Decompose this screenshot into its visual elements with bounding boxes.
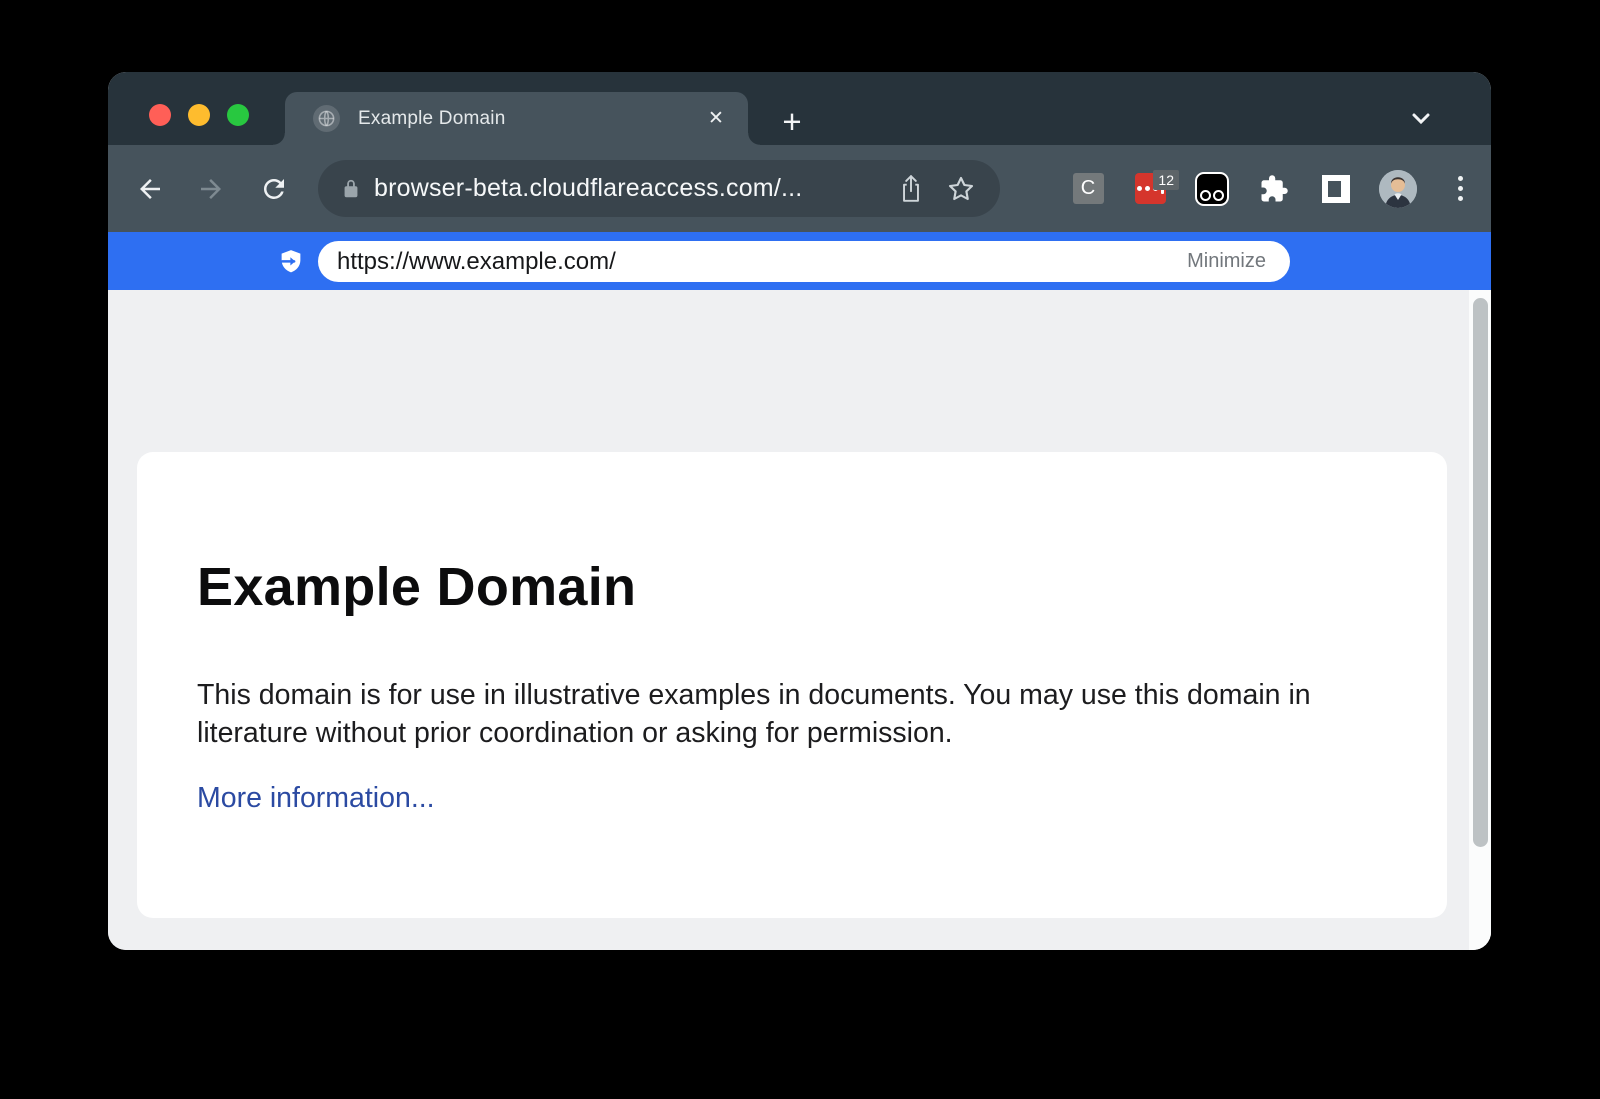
browser-toolbar: browser-beta.cloudflareaccess.com/... bbox=[108, 145, 1491, 232]
two-circles-icon bbox=[1195, 172, 1229, 206]
example-domain-card: Example Domain This domain is for use in… bbox=[137, 452, 1447, 918]
omnibox-actions bbox=[898, 174, 976, 204]
address-bar-url[interactable]: browser-beta.cloudflareaccess.com/... bbox=[374, 174, 898, 203]
tab-search-chevron-down-icon[interactable] bbox=[1409, 111, 1433, 127]
bookmark-star-icon[interactable] bbox=[946, 174, 976, 204]
minimize-bar-button[interactable]: Minimize bbox=[1187, 250, 1266, 273]
address-bar[interactable]: browser-beta.cloudflareaccess.com/... bbox=[318, 160, 1000, 217]
shield-arrow-icon bbox=[276, 247, 306, 277]
browser-window: Example Domain ✕ + bbox=[108, 72, 1491, 950]
side-panel-button[interactable] bbox=[1305, 175, 1367, 203]
side-panel-icon bbox=[1322, 175, 1350, 203]
extension-c-button[interactable]: C bbox=[1057, 173, 1119, 204]
traffic-lights bbox=[149, 104, 249, 126]
tab-close-icon[interactable]: ✕ bbox=[702, 105, 730, 133]
page-viewport: Example Domain This domain is for use in… bbox=[108, 290, 1491, 950]
share-icon[interactable] bbox=[898, 174, 924, 204]
kebab-menu-icon bbox=[1458, 176, 1463, 201]
page-body-text: This domain is for use in illustrative e… bbox=[197, 676, 1347, 752]
profile-avatar[interactable] bbox=[1367, 170, 1429, 208]
page-title: Example Domain bbox=[197, 556, 1387, 618]
macos-minimize-button[interactable] bbox=[188, 104, 210, 126]
tab-example-domain[interactable]: Example Domain ✕ bbox=[285, 92, 748, 145]
extensions-menu-button[interactable] bbox=[1243, 174, 1305, 204]
new-tab-button[interactable]: + bbox=[774, 103, 810, 139]
more-information-link[interactable]: More information... bbox=[197, 782, 435, 815]
tab-title: Example Domain bbox=[358, 108, 505, 130]
back-button[interactable] bbox=[132, 171, 168, 207]
scrollbar-track[interactable] bbox=[1469, 290, 1491, 950]
macos-zoom-button[interactable] bbox=[227, 104, 249, 126]
screenshot-stage: Example Domain ✕ + bbox=[0, 0, 1600, 1099]
globe-favicon-icon bbox=[313, 105, 340, 132]
extension-camera-button[interactable] bbox=[1181, 172, 1243, 206]
isolation-url-pill: Minimize bbox=[318, 241, 1290, 282]
extension-c-icon: C bbox=[1073, 173, 1104, 204]
lock-icon[interactable] bbox=[340, 178, 362, 200]
extension-badge-count: 12 bbox=[1153, 170, 1179, 190]
puzzle-piece-icon bbox=[1259, 174, 1289, 204]
extensions-row: C 12 bbox=[1057, 145, 1491, 232]
forward-button[interactable] bbox=[193, 171, 229, 207]
tab-strip: Example Domain ✕ + bbox=[108, 72, 1491, 145]
avatar bbox=[1379, 170, 1417, 208]
reload-button[interactable] bbox=[256, 171, 292, 207]
isolation-url-input[interactable] bbox=[337, 248, 1187, 276]
scrollbar-thumb[interactable] bbox=[1473, 298, 1488, 847]
macos-close-button[interactable] bbox=[149, 104, 171, 126]
browser-menu-button[interactable] bbox=[1429, 176, 1491, 201]
isolation-url-bar: Minimize bbox=[108, 232, 1491, 290]
extension-password-manager-button[interactable]: 12 bbox=[1119, 173, 1181, 204]
